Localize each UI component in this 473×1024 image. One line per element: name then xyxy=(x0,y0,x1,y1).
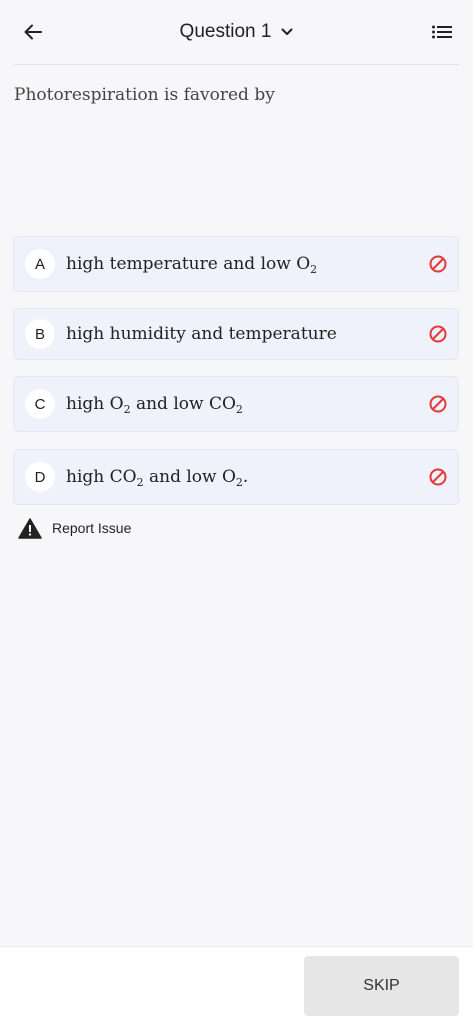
subscript: 2 xyxy=(235,403,243,416)
option-letter: C xyxy=(25,389,55,419)
subscript: 2 xyxy=(310,263,318,276)
subscript: 2 xyxy=(136,476,144,489)
eliminate-icon xyxy=(429,395,447,413)
option-d[interactable]: Dhigh CO2 and low O2. xyxy=(13,449,459,505)
option-text-part: high humidity and temperature xyxy=(66,324,337,344)
option-text-part: high O xyxy=(66,394,124,414)
question-selector[interactable]: Question 1 xyxy=(0,18,473,46)
chevron-down-icon xyxy=(281,28,293,35)
list-icon xyxy=(432,25,452,39)
eliminate-icon xyxy=(429,468,447,486)
subscript: 2 xyxy=(235,476,243,489)
option-text: high temperature and low O2 xyxy=(66,254,408,276)
option-letter: A xyxy=(25,249,55,279)
option-letter: B xyxy=(25,319,55,349)
question-list-button[interactable] xyxy=(429,20,455,44)
header-divider xyxy=(14,64,459,65)
warning-icon xyxy=(18,517,42,539)
option-text-part: and low O xyxy=(143,467,236,487)
option-c[interactable]: Chigh O2 and low CO2 xyxy=(13,376,459,432)
eliminate-icon xyxy=(429,325,447,343)
header: Question 1 xyxy=(0,0,473,64)
quiz-screen: Question 1 Photorespiration is favored b… xyxy=(0,0,473,1024)
option-text-part: high CO xyxy=(66,467,137,487)
bottom-bar: SKIP xyxy=(0,946,473,1024)
page-title: Question 1 xyxy=(179,21,272,42)
option-text: high humidity and temperature xyxy=(66,324,408,344)
option-b[interactable]: Bhigh humidity and temperature xyxy=(13,308,459,360)
eliminate-option-button[interactable] xyxy=(428,394,448,414)
option-letter: D xyxy=(25,462,55,492)
eliminate-option-button[interactable] xyxy=(428,254,448,274)
option-text-part: . xyxy=(242,467,249,487)
option-a[interactable]: Ahigh temperature and low O2 xyxy=(13,236,459,292)
eliminate-option-button[interactable] xyxy=(428,467,448,487)
eliminate-option-button[interactable] xyxy=(428,324,448,344)
option-text-part: and low CO xyxy=(130,394,236,414)
report-issue-button[interactable]: Report Issue xyxy=(18,517,131,539)
question-text: Photorespiration is favored by xyxy=(14,85,275,105)
option-text: high O2 and low CO2 xyxy=(66,394,408,416)
skip-button[interactable]: SKIP xyxy=(304,956,459,1016)
report-issue-label: Report Issue xyxy=(52,520,132,536)
subscript: 2 xyxy=(123,403,131,416)
option-text-part: high temperature and low O xyxy=(66,254,311,274)
option-text: high CO2 and low O2. xyxy=(66,467,408,489)
eliminate-icon xyxy=(429,255,447,273)
